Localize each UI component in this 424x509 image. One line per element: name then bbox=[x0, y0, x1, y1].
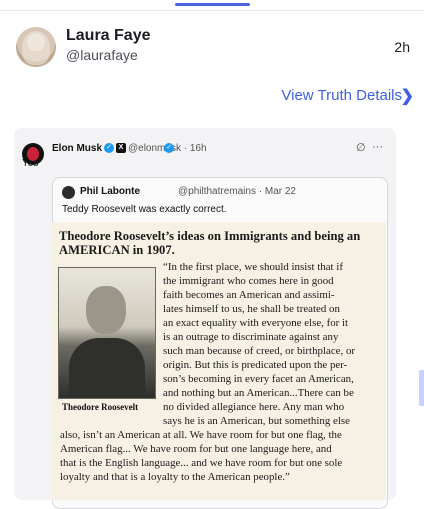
article-text-line: loyalty and that is a loyalty to the Ame… bbox=[60, 471, 290, 483]
article-text-line: also, isn’t an American at all. We have … bbox=[60, 429, 342, 441]
embedded-author-name[interactable]: Elon Musk bbox=[52, 143, 102, 154]
article-text-line: faith becomes an American and assimi- bbox=[163, 289, 335, 301]
quoted-author-name[interactable]: Phil Labonte bbox=[80, 186, 140, 197]
photo-caption: Theodore Roosevelt bbox=[62, 402, 139, 412]
grok-icon[interactable]: ∅ bbox=[356, 141, 366, 154]
quoted-post-text: Teddy Roosevelt was exactly correct. bbox=[62, 204, 227, 215]
article-text-line: son’s becoming in every facet an America… bbox=[163, 373, 354, 385]
roosevelt-photo bbox=[58, 267, 156, 399]
quoted-author-avatar[interactable] bbox=[62, 186, 75, 199]
article-title-line2: AMERICAN in 1907. bbox=[59, 243, 175, 257]
article-text-line: that is the English language... and we h… bbox=[60, 457, 343, 469]
x-logo-icon: X bbox=[116, 143, 126, 153]
active-tab-indicator bbox=[175, 3, 250, 6]
author-avatar[interactable] bbox=[16, 27, 56, 67]
article-text-line: the immigrant who comes here in good bbox=[163, 275, 334, 287]
article-text-line: “In the first place, we should insist th… bbox=[163, 261, 343, 273]
article-text-line: an exact equality with everyone else, fo… bbox=[163, 317, 349, 329]
view-truth-details-link[interactable]: View Truth Details bbox=[281, 87, 402, 104]
article-text-line: no divided allegiance here. Any man who bbox=[163, 401, 345, 413]
article-text-line: says he is an American, but something el… bbox=[163, 415, 350, 427]
verified-badge-icon: ✓ bbox=[104, 143, 114, 153]
quoted-author-meta: @philthatremains · Mar 22 bbox=[178, 186, 296, 197]
embedded-post-text: Yes bbox=[22, 158, 39, 169]
author-name[interactable]: Laura Faye bbox=[66, 27, 150, 45]
author-handle[interactable]: @laurafaye bbox=[66, 47, 138, 63]
chevron-right-icon[interactable]: ❯ bbox=[401, 86, 414, 106]
article-title-line1: Theodore Roosevelt’s ideas on Immigrants… bbox=[59, 229, 361, 243]
more-options-icon[interactable]: ··· bbox=[372, 141, 383, 153]
verified-badge-icon: ✓ bbox=[164, 143, 174, 153]
article-text-line: is an outrage to discriminate against an… bbox=[163, 331, 339, 343]
article-text-line: American flag... We have room for but on… bbox=[60, 443, 332, 455]
article-title: Theodore Roosevelt’s ideas on Immigrants… bbox=[59, 229, 384, 257]
article-text-line: origin. But this is predicated upon the … bbox=[163, 359, 348, 371]
post-time: 2h bbox=[394, 39, 410, 55]
scrollbar-thumb[interactable] bbox=[419, 370, 424, 406]
article-text-line: such man because of creed, or birthplace… bbox=[163, 345, 356, 357]
article-text-line: lates himself to us, he shall be treated… bbox=[163, 303, 340, 315]
top-tab-bar bbox=[0, 0, 424, 11]
article-text-line: and nothing but an American...There can … bbox=[163, 387, 354, 399]
